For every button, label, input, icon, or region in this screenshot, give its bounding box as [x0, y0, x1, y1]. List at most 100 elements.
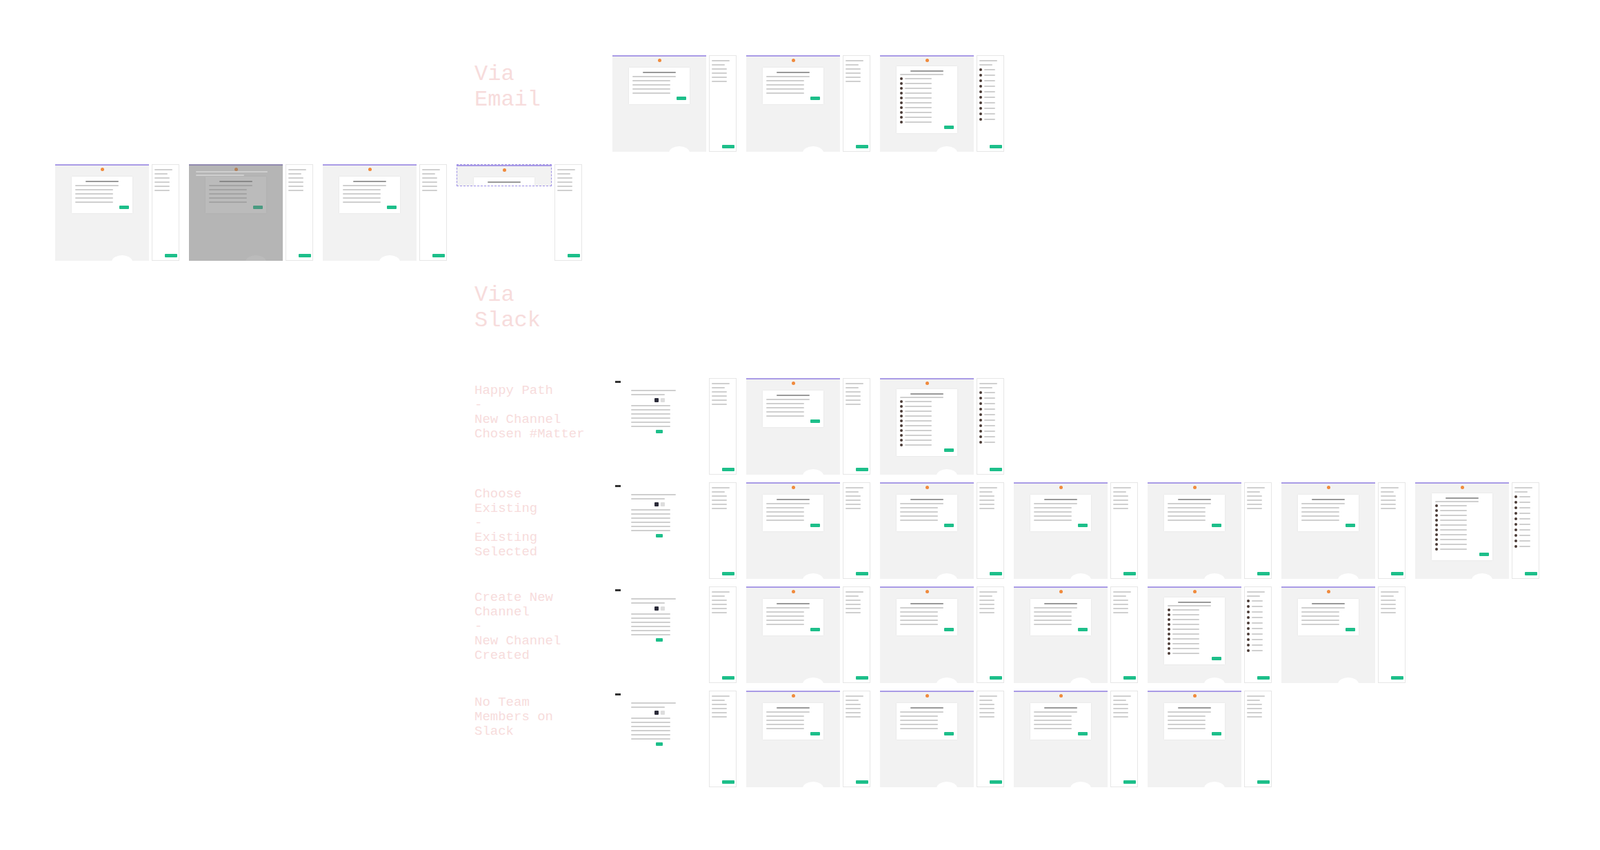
next-button[interactable] [119, 205, 129, 209]
blob [802, 468, 824, 475]
screen-frame[interactable] [746, 586, 840, 683]
next-button[interactable] [1345, 627, 1356, 632]
next-button[interactable] [1211, 731, 1222, 736]
continue-button[interactable] [989, 467, 1003, 472]
continue-button[interactable] [1123, 780, 1136, 784]
next-button[interactable] [1211, 656, 1222, 660]
screen-frame[interactable] [188, 164, 283, 261]
member-row [900, 443, 955, 447]
line [1246, 711, 1263, 714]
avatar-icon [979, 73, 983, 77]
screen-frame[interactable] [880, 690, 974, 787]
next-button[interactable] [810, 96, 820, 100]
allow-button[interactable] [655, 742, 663, 746]
next-button[interactable] [810, 627, 820, 632]
continue-button[interactable] [298, 253, 312, 258]
screen-frame[interactable] [1281, 586, 1376, 683]
screen-frame[interactable] [1147, 482, 1242, 579]
screen-frame[interactable] [1147, 690, 1242, 787]
screen-frame[interactable] [746, 55, 840, 152]
continue-button[interactable] [989, 675, 1003, 680]
continue-button[interactable] [722, 675, 735, 680]
allow-button[interactable] [655, 429, 663, 434]
blob [111, 255, 133, 261]
continue-button[interactable] [989, 571, 1003, 576]
continue-button[interactable] [722, 467, 735, 472]
line [1251, 633, 1263, 635]
screen-frame[interactable] [1013, 482, 1108, 579]
line [1519, 501, 1531, 503]
member-row [979, 396, 1002, 400]
next-button[interactable] [1345, 523, 1356, 527]
continue-button[interactable] [855, 675, 869, 680]
continue-button[interactable] [722, 144, 735, 149]
next-button[interactable] [1077, 731, 1088, 736]
screen-frame[interactable] [746, 690, 840, 787]
screen-frame[interactable] [1013, 586, 1108, 683]
screen-frame[interactable] [1415, 482, 1509, 579]
continue-button[interactable] [1123, 675, 1136, 680]
screen-frame[interactable] [1281, 482, 1376, 579]
continue-button[interactable] [1524, 571, 1538, 576]
screen-frame[interactable] [1147, 586, 1242, 683]
continue-button[interactable] [432, 253, 445, 258]
screen-frame[interactable] [55, 164, 149, 261]
screen-frame[interactable] [612, 482, 707, 579]
continue-button[interactable] [722, 571, 735, 576]
screen-frame[interactable] [746, 482, 840, 579]
screen-frame[interactable] [612, 586, 707, 683]
next-button[interactable] [944, 125, 954, 129]
line [845, 499, 861, 501]
continue-button[interactable] [1391, 675, 1404, 680]
continue-button[interactable] [567, 253, 580, 258]
screen-frame[interactable] [880, 55, 974, 152]
allow-button[interactable] [655, 533, 663, 538]
continue-button[interactable] [855, 571, 869, 576]
next-button[interactable] [1479, 552, 1489, 556]
next-button[interactable] [944, 448, 954, 452]
continue-button[interactable] [1257, 571, 1270, 576]
next-button[interactable] [944, 627, 954, 632]
line [631, 529, 671, 532]
continue-button[interactable] [989, 780, 1003, 784]
logo-icon [925, 485, 929, 489]
screen-frame[interactable] [612, 377, 707, 475]
member-row [979, 106, 1002, 110]
next-button[interactable] [810, 523, 820, 527]
continue-button[interactable] [855, 780, 869, 784]
continue-button[interactable] [989, 144, 1003, 149]
continue-button[interactable] [1123, 571, 1136, 576]
next-button[interactable] [810, 731, 820, 736]
continue-button[interactable] [1257, 675, 1270, 680]
line [766, 92, 805, 94]
screen-frame[interactable] [456, 164, 552, 187]
screen-frame[interactable] [322, 164, 417, 261]
screen-frame[interactable] [612, 690, 707, 787]
screen-frame[interactable] [880, 586, 974, 683]
next-button[interactable] [386, 205, 397, 209]
allow-button[interactable] [655, 637, 663, 642]
continue-button[interactable] [855, 467, 869, 472]
screen-frame[interactable] [612, 55, 707, 152]
line [984, 391, 996, 394]
screen-frame[interactable] [880, 482, 974, 579]
next-button[interactable] [810, 419, 820, 423]
continue-button[interactable] [855, 144, 869, 149]
screen-frame[interactable] [1013, 690, 1108, 787]
next-button[interactable] [1211, 523, 1222, 527]
continue-button[interactable] [1391, 571, 1404, 576]
next-button[interactable] [1077, 523, 1088, 527]
member-row [1435, 533, 1490, 536]
continue-button[interactable] [1257, 780, 1270, 784]
screen-frame[interactable] [746, 377, 840, 475]
line [1519, 528, 1531, 531]
screen-frame[interactable] [880, 377, 974, 475]
continue-button[interactable] [164, 253, 178, 258]
next-button[interactable] [944, 523, 954, 527]
next-button[interactable] [944, 731, 954, 736]
line [1172, 608, 1200, 611]
continue-button[interactable] [722, 780, 735, 784]
next-button[interactable] [1077, 627, 1088, 632]
next-button[interactable] [676, 96, 687, 100]
line [1172, 628, 1200, 630]
